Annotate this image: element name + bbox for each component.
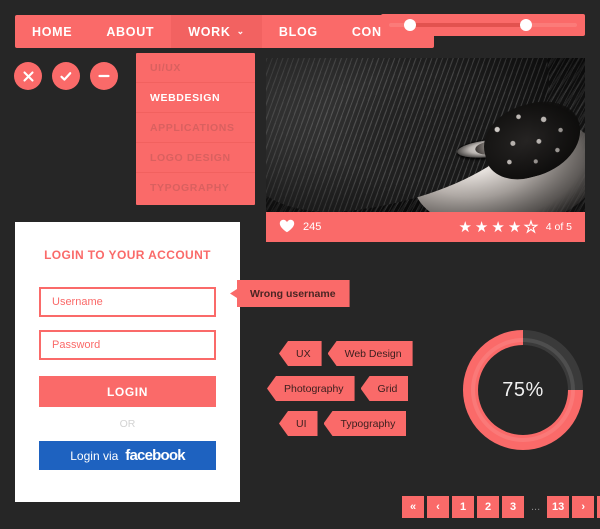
nav-item-work[interactable]: WORK ⌄ (171, 15, 262, 48)
like-count: 245 (303, 221, 322, 233)
login-button[interactable]: LOGIN (39, 376, 216, 407)
dropdown-item-ui-ux[interactable]: UI/UX (136, 53, 255, 83)
minus-icon (97, 74, 111, 78)
circle-action-buttons (14, 62, 118, 90)
nav-item-label: BLOG (278, 24, 318, 39)
nav-item-label: ABOUT (106, 24, 155, 39)
dropdown-item-logo-design[interactable]: LOGO DESIGN (136, 143, 255, 173)
star-icon-1[interactable]: ★ (458, 220, 471, 235)
username-input[interactable]: Username (39, 287, 216, 317)
pagination: «‹123...13›» (402, 496, 600, 518)
page-ellipsis: ... (531, 501, 541, 513)
page-13[interactable]: 13 (547, 496, 570, 518)
portrait-photo (266, 58, 585, 212)
nav-item-about[interactable]: ABOUT (89, 15, 171, 48)
donut-percentage-label: 75% (502, 378, 544, 401)
star-rating[interactable]: ★ ★ ★ ★ ★ 4 of 5 (458, 219, 572, 235)
confirm-button[interactable] (52, 62, 80, 90)
tag-web-design[interactable]: Web Design (327, 341, 413, 366)
heart-icon (279, 219, 295, 236)
star-icon-2[interactable]: ★ (475, 220, 488, 235)
slider-handle-max[interactable] (519, 19, 532, 31)
dropdown-item-typography[interactable]: TYPOGRAPHY (136, 173, 255, 203)
close-button[interactable] (14, 62, 42, 90)
tag-photography[interactable]: Photography (267, 376, 355, 401)
facebook-login-button[interactable]: Login via facebook (39, 441, 216, 470)
page-3[interactable]: 3 (502, 496, 524, 518)
page-1[interactable]: 1 (452, 496, 474, 518)
or-divider: OR (119, 418, 136, 430)
facebook-brand-label: facebook (125, 447, 185, 464)
slider-selected-range (409, 23, 526, 27)
tag-ui[interactable]: UI (279, 411, 318, 436)
chevron-down-icon: ⌄ (236, 26, 245, 36)
nav-item-blog[interactable]: BLOG (262, 15, 335, 48)
close-icon (22, 70, 35, 83)
tag-row: Photography Grid (267, 376, 427, 401)
progress-donut-chart: 75% (463, 330, 583, 450)
star-icon-3[interactable]: ★ (491, 220, 504, 235)
star-icon-4[interactable]: ★ (508, 220, 521, 235)
nav-item-label: WORK (188, 24, 231, 39)
login-title: LOGIN TO YOUR ACCOUNT (44, 248, 211, 262)
minus-button[interactable] (90, 62, 118, 90)
nav-item-label: HOME (32, 24, 73, 39)
tag-row: UI Typography (267, 411, 427, 436)
range-slider[interactable] (381, 14, 585, 36)
password-placeholder: Password (52, 339, 101, 351)
photo-meta-bar: 245 ★ ★ ★ ★ ★ 4 of 5 (266, 212, 585, 242)
dropdown-item-applications[interactable]: APPLICATIONS (136, 113, 255, 143)
rating-label: 4 of 5 (545, 221, 572, 233)
ui-kit-canvas: HOMEABOUTWORK⌄BLOGCONTACT UI/UXWEBDESIGN… (0, 0, 600, 529)
nav-item-home[interactable]: HOME (15, 15, 89, 48)
star-icon-5[interactable]: ★ (524, 219, 539, 235)
tag-typography[interactable]: Typography (323, 411, 407, 436)
like-counter[interactable]: 245 (279, 219, 321, 236)
dropdown-item-webdesign[interactable]: WEBDESIGN (136, 83, 255, 113)
page-next[interactable]: › (572, 496, 595, 518)
photo-card: 245 ★ ★ ★ ★ ★ 4 of 5 (266, 58, 585, 242)
tag-row: UX Web Design (267, 341, 427, 366)
work-dropdown-menu: UI/UX WEBDESIGN APPLICATIONS LOGO DESIGN TYP… (136, 53, 255, 205)
login-panel: LOGIN TO YOUR ACCOUNT Username Password … (15, 222, 240, 502)
check-icon (59, 70, 73, 83)
page-first[interactable]: « (402, 496, 424, 518)
error-tooltip: Wrong username (230, 280, 350, 307)
slider-handle-min[interactable] (403, 19, 416, 31)
main-navigation: HOMEABOUTWORK⌄BLOGCONTACT (15, 15, 434, 48)
page-2[interactable]: 2 (477, 496, 499, 518)
username-placeholder: Username (52, 296, 103, 308)
photo-vignette (266, 58, 585, 212)
tag-grid[interactable]: Grid (360, 376, 409, 401)
tag-list: UX Web Design Photography Grid UI Typography (267, 341, 427, 446)
password-input[interactable]: Password (39, 330, 216, 360)
page-prev[interactable]: ‹ (427, 496, 449, 518)
facebook-prefix-label: Login via (70, 448, 119, 463)
tag-ux[interactable]: UX (279, 341, 322, 366)
